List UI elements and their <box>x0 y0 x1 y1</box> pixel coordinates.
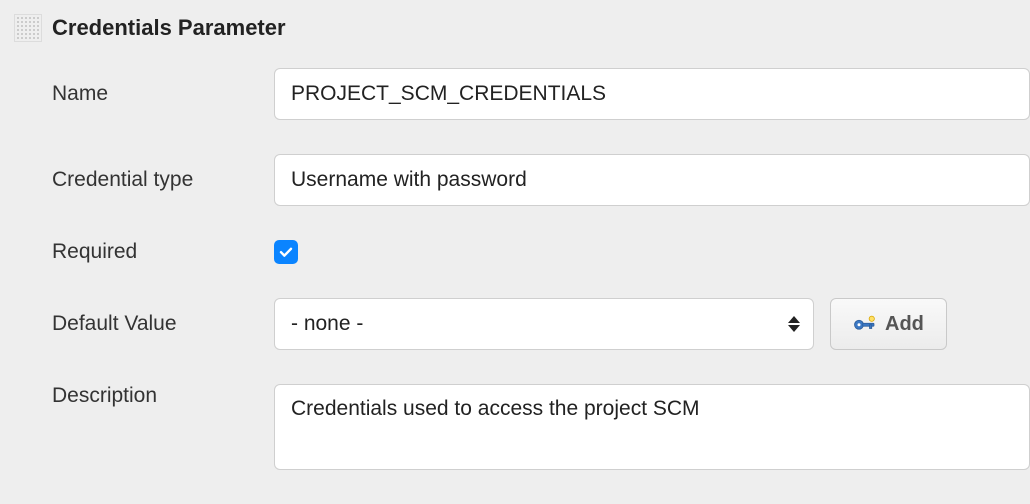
name-input[interactable] <box>274 68 1030 120</box>
description-label: Description <box>52 384 274 408</box>
default-value-select[interactable] <box>274 298 814 350</box>
add-button[interactable]: Add <box>830 298 947 350</box>
required-label: Required <box>52 240 274 264</box>
add-button-label: Add <box>885 313 924 336</box>
key-icon <box>853 315 877 333</box>
default-value-label: Default Value <box>52 312 274 336</box>
section-title: Credentials Parameter <box>52 15 286 41</box>
name-label: Name <box>52 82 274 106</box>
required-checkbox[interactable] <box>274 240 298 264</box>
check-icon <box>278 244 294 260</box>
drag-handle-icon[interactable] <box>14 14 42 42</box>
credential-type-label: Credential type <box>52 168 274 192</box>
description-textarea[interactable] <box>274 384 1030 470</box>
credential-type-input[interactable] <box>274 154 1030 206</box>
